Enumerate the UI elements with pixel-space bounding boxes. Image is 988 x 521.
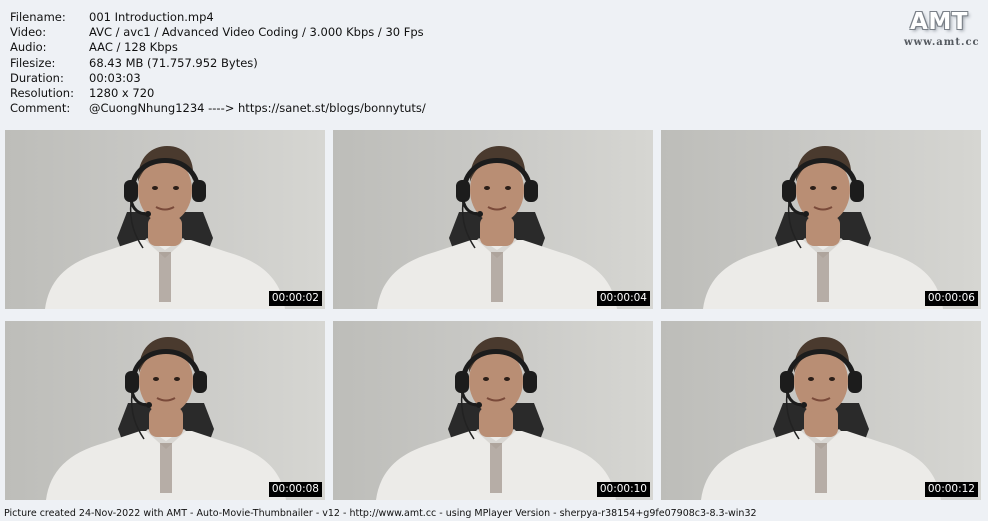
info-value: AAC / 128 Kbps: [89, 40, 178, 55]
info-value: 1280 x 720: [89, 86, 155, 101]
video-frame-image: [333, 130, 653, 309]
video-frame-image: [5, 321, 325, 500]
info-row-comment: Comment: @CuongNhung1234 ----> https://s…: [10, 101, 426, 116]
amt-logo: AMT www.amt.cc: [904, 8, 980, 48]
video-frame-image: [661, 130, 981, 309]
info-label: Filename:: [10, 10, 66, 24]
info-value: @CuongNhung1234 ----> https://sanet.st/b…: [89, 101, 426, 116]
info-row-audio: Audio: AAC / 128 Kbps: [10, 40, 426, 55]
media-info-panel: Filename: 001 Introduction.mp4 Video: AV…: [10, 10, 426, 116]
video-thumbnail[interactable]: 00:00:04: [333, 130, 653, 309]
video-frame-image: [661, 321, 981, 500]
info-label: Duration:: [10, 70, 64, 85]
info-label: Comment:: [10, 101, 71, 116]
info-row-filename: Filename: 001 Introduction.mp4: [10, 10, 426, 25]
video-thumbnail[interactable]: 00:00:06: [661, 130, 981, 309]
timecode-badge: 00:00:02: [268, 291, 322, 306]
info-label: Filesize:: [10, 55, 56, 70]
info-row-video: Video: AVC / avc1 / Advanced Video Codin…: [10, 25, 426, 40]
timecode-badge: 00:00:10: [596, 482, 650, 497]
info-label: Resolution:: [10, 86, 74, 101]
info-row-filesize: Filesize: 68.43 MB (71.757.952 Bytes): [10, 56, 426, 71]
info-row-duration: Duration: 00:03:03: [10, 71, 426, 86]
video-frame-image: [5, 130, 325, 309]
timecode-badge: 00:00:12: [924, 482, 978, 497]
timecode-badge: 00:00:04: [596, 291, 650, 306]
logo-url: www.amt.cc: [904, 37, 980, 48]
info-value: 68.43 MB (71.757.952 Bytes): [89, 55, 258, 70]
timecode-badge: 00:00:06: [924, 291, 978, 306]
footer-credit: Picture created 24-Nov-2022 with AMT - A…: [4, 508, 757, 519]
thumbnail-grid: 00:00:02 00:00:04 00:00:06 00:00:08 00:0…: [5, 130, 983, 500]
info-label: Video:: [10, 25, 47, 40]
info-value: AVC / avc1 / Advanced Video Coding / 3.0…: [89, 25, 424, 40]
logo-mark: AMT: [910, 9, 968, 35]
info-row-resolution: Resolution: 1280 x 720: [10, 86, 426, 101]
video-frame-image: [333, 321, 653, 500]
video-thumbnail[interactable]: 00:00:02: [5, 130, 325, 309]
video-thumbnail[interactable]: 00:00:08: [5, 321, 325, 500]
video-thumbnail[interactable]: 00:00:12: [661, 321, 981, 500]
info-value: 001 Introduction.mp4: [89, 10, 214, 24]
info-value: 00:03:03: [89, 70, 141, 85]
video-thumbnail[interactable]: 00:00:10: [333, 321, 653, 500]
info-label: Audio:: [10, 40, 47, 55]
timecode-badge: 00:00:08: [268, 482, 322, 497]
